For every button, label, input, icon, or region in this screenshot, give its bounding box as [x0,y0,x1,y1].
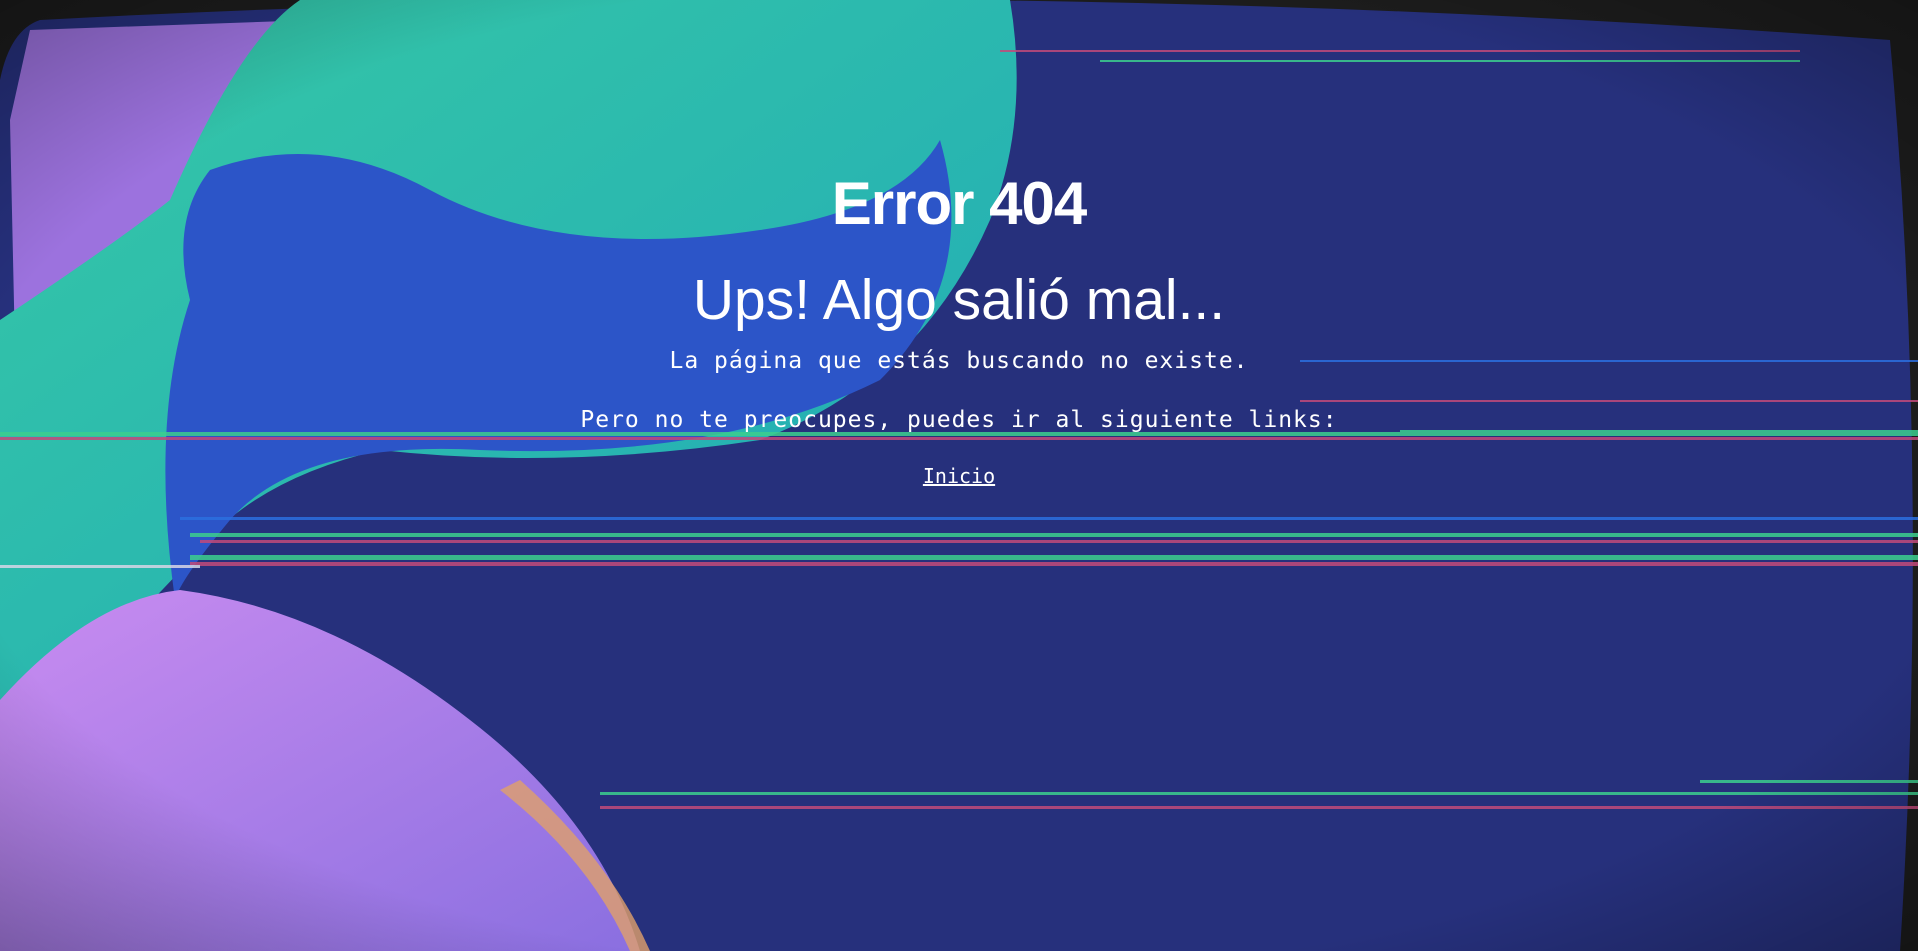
hint-message: Pero no te preocupes, puedes ir al sigui… [580,407,1338,433]
error-subtitle: Ups! Algo salió mal... [692,268,1226,332]
error-title: Error 404 [831,170,1088,237]
link-container: Inicio [0,462,1918,490]
not-found-message: La página que estás buscando no existe. [669,348,1249,374]
home-link[interactable]: Inicio [923,464,995,488]
error-page: Error 404 Ups! Algo salió mal... La pági… [0,0,1918,951]
